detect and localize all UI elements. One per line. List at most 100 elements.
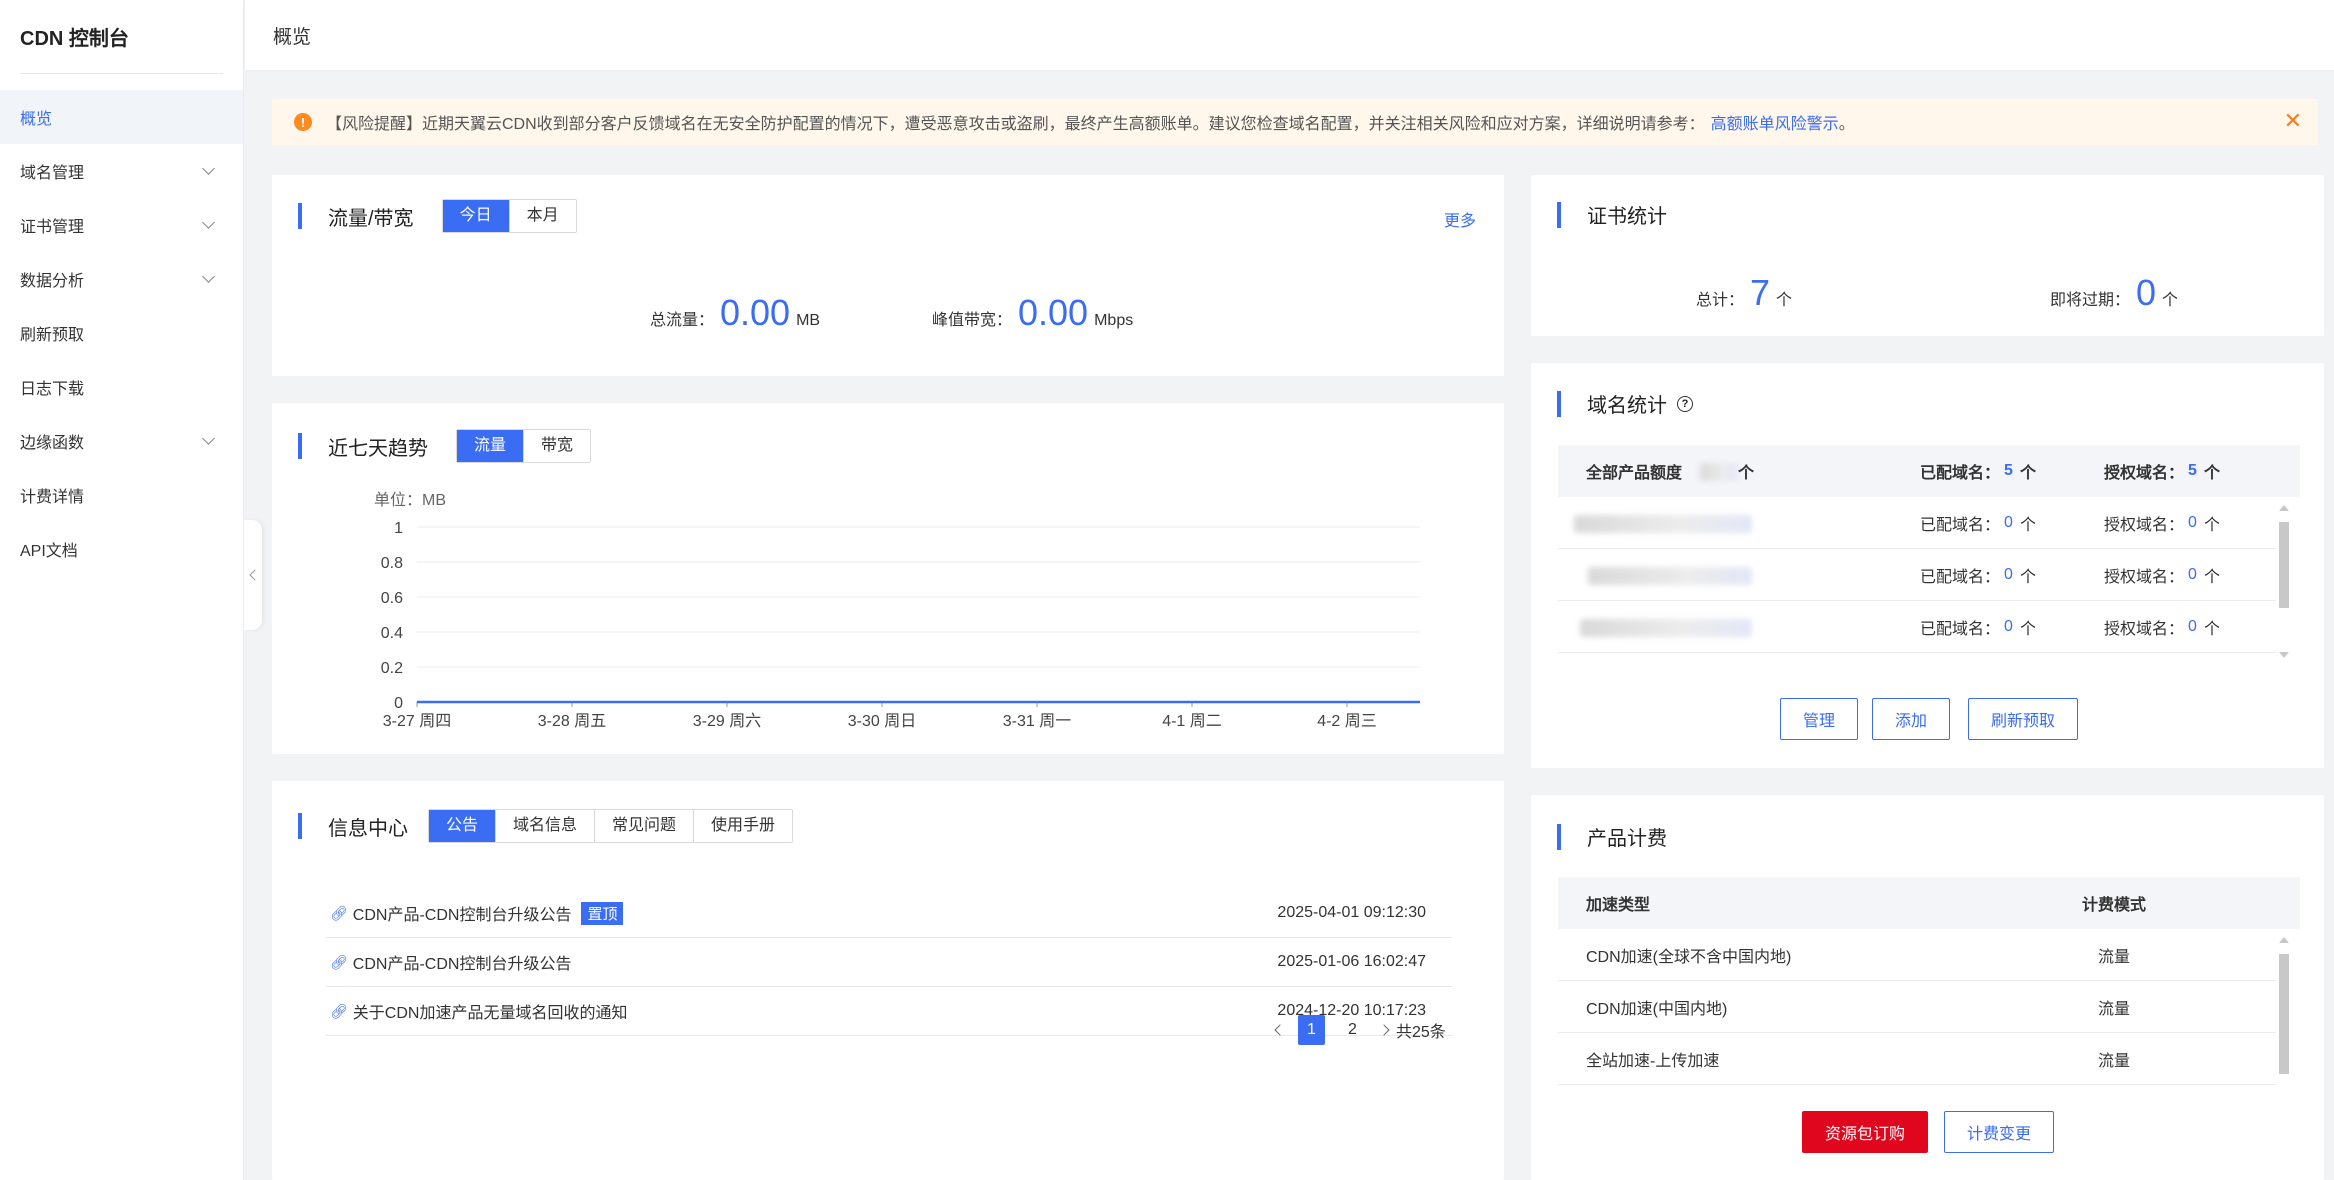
- console-title: CDN 控制台: [20, 0, 223, 74]
- sidebar: CDN 控制台 概览 域名管理 证书管理 数据分析 刷新预取 日志下载 边缘函数…: [0, 0, 244, 1180]
- scroll-up-icon[interactable]: [2279, 937, 2289, 943]
- page-header: 概览: [245, 0, 2334, 70]
- sidebar-item-log-download[interactable]: 日志下载: [0, 360, 243, 414]
- tab-faq[interactable]: 常见问题: [595, 810, 695, 842]
- alert-link[interactable]: 高额账单风险警示: [1711, 110, 1839, 134]
- billing-change-button[interactable]: 计费变更: [1944, 1111, 2054, 1153]
- sidebar-item-edge-functions[interactable]: 边缘函数: [0, 414, 243, 468]
- link-icon: 🔗︎: [330, 1002, 348, 1019]
- pagination: 1 2 共25条: [1274, 1015, 1446, 1045]
- scrollbar-thumb[interactable]: [2279, 522, 2289, 608]
- chevron-down-icon: [202, 216, 215, 229]
- page-title: 概览: [273, 26, 312, 48]
- scroll-down-icon[interactable]: [2279, 652, 2289, 658]
- sidebar-nav: 概览 域名管理 证书管理 数据分析 刷新预取 日志下载 边缘函数 计费详情 AP…: [0, 90, 243, 576]
- add-button[interactable]: 添加: [1872, 698, 1950, 740]
- sidebar-item-domain-management[interactable]: 域名管理: [0, 144, 243, 198]
- table-row: 已配域名： 0 个 授权域名： 0 个: [1558, 497, 2276, 549]
- domain-table-scrollbar[interactable]: [2276, 502, 2292, 662]
- trend-chart-svg: 单位：MB 0 0.2 0.4 0.6 0.8 1 3-27 周四 3-28 周五 3-29 周六…: [374, 491, 1420, 730]
- x-tick-label: 3-27 周四: [383, 713, 451, 730]
- link-icon: 🔗︎: [330, 953, 348, 970]
- info-center-title: 信息中心 公告 域名信息 常见问题 使用手册: [298, 809, 794, 843]
- pinned-badge: 置顶: [581, 901, 624, 925]
- table-row: 全站加速-上传加速 流量: [1558, 1033, 2276, 1085]
- link-icon: 🔗︎: [330, 904, 348, 921]
- y-tick-label: 0.8: [381, 555, 403, 572]
- list-item[interactable]: 🔗︎ CDN产品-CDN控制台升级公告 置顶 2025-04-01 09:12:30: [326, 889, 1452, 938]
- sidebar-item-refresh-prefetch[interactable]: 刷新预取: [0, 306, 243, 360]
- billing-table-scrollbar[interactable]: [2276, 934, 2292, 1078]
- manage-button[interactable]: 管理: [1780, 698, 1858, 740]
- y-axis-unit-label: 单位：MB: [374, 491, 446, 509]
- total-traffic-stat: 总流量： 0.00 MB: [650, 292, 821, 333]
- alert-text: 【风险提醒】近期天翼云CDN收到部分客户反馈域名在无安全防护配置的情况下，遭受恶…: [326, 116, 1705, 133]
- x-tick-label: 3-31 周一: [1003, 713, 1071, 730]
- risk-alert-banner: ! 【风险提醒】近期天翼云CDN收到部分客户反馈域名在无安全防护配置的情况下，遭…: [272, 99, 2318, 145]
- sidebar-item-cert-management[interactable]: 证书管理: [0, 198, 243, 252]
- cert-total-value: 7: [1750, 272, 1771, 313]
- tab-month[interactable]: 本月: [509, 200, 576, 232]
- x-tick-label: 3-28 周五: [538, 713, 606, 730]
- scroll-up-icon[interactable]: [2279, 505, 2289, 511]
- sidebar-collapse-button[interactable]: [244, 520, 262, 630]
- traffic-period-tabs: 今日 本月: [441, 199, 577, 233]
- x-tick-label: 4-2 周三: [1317, 713, 1377, 730]
- page-1-button[interactable]: 1: [1298, 1015, 1325, 1045]
- domain-name-redacted: [1574, 515, 1752, 533]
- info-tabs: 公告 域名信息 常见问题 使用手册: [428, 809, 794, 843]
- peak-bandwidth-value: 0.00: [1018, 292, 1089, 333]
- trend-card-title: 近七天趋势 流量 带宽: [298, 429, 592, 463]
- cert-stats-title: 证书统计: [1557, 200, 1667, 229]
- help-icon[interactable]: ?: [1677, 395, 1693, 412]
- total-traffic-value: 0.00: [720, 292, 791, 333]
- traffic-card-title: 流量/带宽 今日 本月: [298, 199, 577, 233]
- x-tick-label: 3-29 周六: [693, 712, 761, 730]
- domain-table-header: 全部产品额度 个 已配域名： 5 个 授权域名： 5 个: [1558, 445, 2300, 497]
- prev-page-icon[interactable]: [1274, 1024, 1286, 1036]
- tab-announcements[interactable]: 公告: [429, 810, 497, 842]
- sidebar-item-data-analysis[interactable]: 数据分析: [0, 252, 243, 306]
- peak-bandwidth-stat: 峰值带宽： 0.00 Mbps: [932, 292, 1134, 333]
- cert-expiring-value: 0: [2136, 272, 2157, 313]
- tab-domain-info[interactable]: 域名信息: [496, 810, 596, 842]
- tab-manual[interactable]: 使用手册: [694, 810, 793, 842]
- page-2-button[interactable]: 2: [1339, 1015, 1366, 1045]
- y-tick-label: 0.4: [381, 625, 403, 642]
- sidebar-item-overview[interactable]: 概览: [0, 90, 243, 144]
- more-link[interactable]: 更多: [1444, 207, 1476, 231]
- scrollbar-thumb[interactable]: [2279, 954, 2289, 1074]
- tab-bandwidth[interactable]: 带宽: [524, 430, 591, 462]
- resource-pack-order-button[interactable]: 资源包订购: [1802, 1111, 1928, 1153]
- x-tick-label: 4-1 周二: [1162, 713, 1222, 730]
- table-row: 已配域名： 0 个 授权域名： 0 个: [1558, 601, 2276, 653]
- sidebar-item-api-docs[interactable]: API文档: [0, 522, 243, 576]
- table-row: CDN加速(全球不含中国内地) 流量: [1558, 929, 2276, 981]
- tab-traffic[interactable]: 流量: [457, 430, 525, 462]
- domain-name-redacted: [1580, 619, 1752, 637]
- table-row: 已配域名： 0 个 授权域名： 0 个: [1558, 549, 2276, 601]
- quota-value-redacted: [1700, 463, 1738, 481]
- domain-stats-title: 域名统计 ?: [1557, 389, 1693, 418]
- close-icon[interactable]: ✕: [2284, 110, 2302, 132]
- refresh-prefetch-button[interactable]: 刷新预取: [1968, 698, 2078, 740]
- alert-suffix: 。: [1838, 116, 1855, 133]
- trend-metric-tabs: 流量 带宽: [456, 429, 592, 463]
- chevron-down-icon: [202, 270, 215, 283]
- chevron-down-icon: [202, 432, 215, 445]
- y-tick-label: 0: [394, 695, 403, 712]
- list-item[interactable]: 🔗︎ CDN产品-CDN控制台升级公告 2025-01-06 16:02:47: [326, 938, 1452, 987]
- trend-chart: 单位：MB 0 0.2 0.4 0.6 0.8 1 3-27 周四 3-28 周五 3-29 周六…: [272, 480, 1504, 740]
- billing-title: 产品计费: [1557, 822, 1667, 851]
- billing-table-header: 加速类型 计费模式: [1558, 877, 2300, 929]
- total-count: 共25条: [1396, 1024, 1446, 1041]
- x-tick-label: 3-30 周日: [848, 713, 916, 730]
- cert-expiring-stat: 即将过期： 0 个: [2050, 272, 2179, 313]
- sidebar-item-billing-details[interactable]: 计费详情: [0, 468, 243, 522]
- y-tick-label: 1: [394, 520, 403, 537]
- y-tick-label: 0.6: [381, 590, 403, 607]
- tab-today[interactable]: 今日: [442, 200, 510, 232]
- cert-total-stat: 总计： 7 个: [1696, 272, 1793, 313]
- next-page-icon[interactable]: [1378, 1024, 1390, 1036]
- y-tick-label: 0.2: [381, 660, 403, 677]
